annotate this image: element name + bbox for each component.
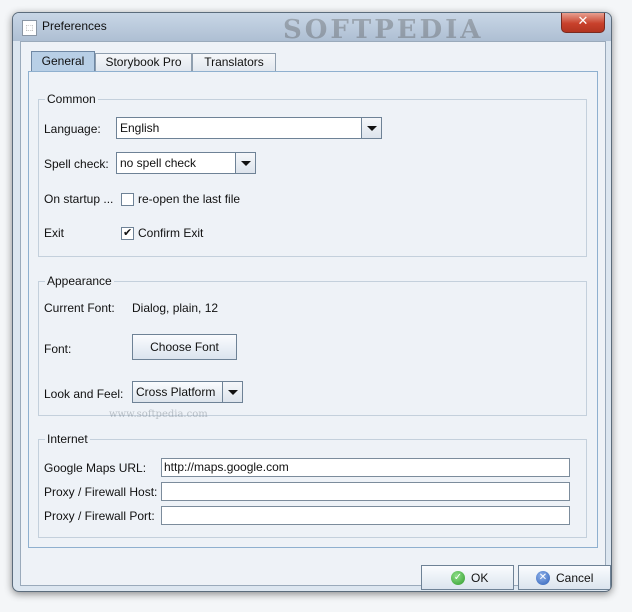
language-combo[interactable]: English bbox=[116, 117, 382, 139]
confirm-exit-label[interactable]: Confirm Exit bbox=[138, 226, 203, 240]
tab-translators[interactable]: Translators bbox=[192, 53, 276, 71]
spell-check-label: Spell check: bbox=[44, 157, 109, 171]
ok-button-label: OK bbox=[471, 571, 489, 585]
reopen-last-file-checkbox[interactable] bbox=[121, 193, 134, 206]
preferences-window: ⬚ Preferences SOFTPEDIA ✕ General Storyb… bbox=[12, 12, 612, 592]
font-label: Font: bbox=[44, 342, 72, 356]
chevron-down-icon[interactable] bbox=[361, 118, 381, 138]
language-label: Language: bbox=[44, 122, 101, 136]
cancel-button[interactable]: ✕ Cancel bbox=[518, 565, 611, 590]
current-font-value: Dialog, plain, 12 bbox=[132, 301, 219, 315]
look-and-feel-label: Look and Feel: bbox=[44, 387, 124, 401]
proxy-port-field[interactable] bbox=[161, 506, 570, 525]
common-group: Common Language: English Spell check: no… bbox=[38, 92, 587, 257]
current-font-label: Current Font: bbox=[44, 301, 115, 315]
appearance-group: Appearance Current Font: Dialog, plain, … bbox=[38, 274, 587, 420]
startup-label: On startup ... bbox=[44, 192, 114, 206]
confirm-exit-checkbox[interactable] bbox=[121, 226, 134, 240]
common-group-title: Common bbox=[45, 92, 98, 106]
reopen-last-file-label[interactable]: re-open the last file bbox=[138, 192, 240, 206]
x-circle-icon: ✕ bbox=[536, 571, 550, 585]
softpedia-url-watermark: www.softpedia.com bbox=[109, 409, 208, 420]
title-bar[interactable]: ⬚ Preferences SOFTPEDIA ✕ bbox=[13, 13, 611, 45]
proxy-host-field[interactable] bbox=[161, 482, 570, 501]
ok-button[interactable]: ✓ OK bbox=[421, 565, 514, 590]
spell-check-combo[interactable]: no spell check bbox=[116, 152, 256, 174]
proxy-host-label: Proxy / Firewall Host: bbox=[44, 485, 158, 499]
look-and-feel-value: Cross Platform bbox=[136, 385, 216, 399]
google-maps-url-field[interactable]: http://maps.google.com bbox=[161, 458, 570, 477]
window-title: Preferences bbox=[42, 19, 107, 33]
cancel-button-label: Cancel bbox=[556, 571, 594, 585]
dialog-content: General Storybook Pro Translators Common… bbox=[20, 41, 611, 590]
choose-font-button[interactable]: Choose Font bbox=[132, 334, 237, 360]
appearance-group-title: Appearance bbox=[45, 274, 114, 288]
look-and-feel-combo[interactable]: Cross Platform bbox=[132, 381, 243, 403]
proxy-port-label: Proxy / Firewall Port: bbox=[44, 509, 155, 523]
exit-label: Exit bbox=[44, 226, 65, 240]
internet-group: Internet Google Maps URL: http://maps.go… bbox=[38, 432, 587, 538]
app-document-icon: ⬚ bbox=[22, 20, 37, 36]
internet-group-title: Internet bbox=[45, 432, 90, 446]
spell-check-value: no spell check bbox=[120, 156, 197, 170]
tab-storybook-pro[interactable]: Storybook Pro bbox=[95, 53, 192, 71]
check-circle-icon: ✓ bbox=[451, 571, 465, 585]
tab-general[interactable]: General bbox=[31, 51, 95, 72]
general-tab-panel: Common Language: English Spell check: no… bbox=[28, 71, 598, 548]
language-value: English bbox=[120, 121, 160, 135]
chevron-down-icon[interactable] bbox=[235, 153, 255, 173]
google-maps-url-label: Google Maps URL: bbox=[44, 461, 147, 475]
close-button[interactable]: ✕ bbox=[561, 13, 605, 33]
chevron-down-icon[interactable] bbox=[222, 382, 242, 402]
